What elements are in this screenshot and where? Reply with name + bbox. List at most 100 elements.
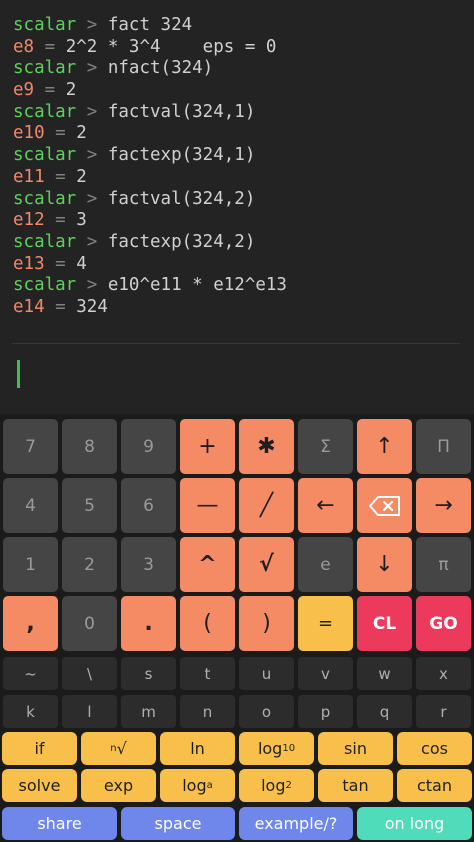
result-line: e8 = 2^2 * 3^4 eps = 0 <box>13 37 474 59</box>
command-text: factexp(324,2) <box>107 231 256 252</box>
result-equals: = <box>44 80 56 101</box>
key-sqrt[interactable]: √ <box>239 537 294 592</box>
share-button[interactable]: share <box>2 807 117 840</box>
expression-input[interactable] <box>0 350 474 410</box>
on-long-button[interactable]: on long <box>357 807 472 840</box>
result-line: e12 = 3 <box>13 210 474 232</box>
key-6[interactable]: 6 <box>121 478 176 533</box>
key-divide[interactable]: ╱ <box>239 478 294 533</box>
key-t[interactable]: t <box>180 657 235 690</box>
result-name: e14 <box>13 296 45 317</box>
key-exp[interactable]: exp <box>81 769 156 802</box>
key-m[interactable]: m <box>121 695 176 728</box>
key-solve[interactable]: solve <box>2 769 77 802</box>
key-9[interactable]: 9 <box>121 419 176 474</box>
log10-label: log <box>257 739 283 758</box>
command-line: scalar > fact 324 <box>13 15 474 37</box>
key-minus[interactable]: — <box>180 478 235 533</box>
backspace-icon <box>368 495 400 516</box>
key-sin[interactable]: sin <box>318 732 393 765</box>
key-log2[interactable]: log 2 <box>239 769 314 802</box>
key-0[interactable]: 0 <box>62 596 117 651</box>
key-left-paren[interactable]: ( <box>180 596 235 651</box>
key-x[interactable]: x <box>416 657 471 690</box>
key-1[interactable]: 1 <box>3 537 58 592</box>
result-value: 324 <box>76 296 108 317</box>
prompt-arrow: > <box>86 58 98 79</box>
key-comma[interactable]: , <box>3 596 58 651</box>
key-down-arrow[interactable]: ↓ <box>357 537 412 592</box>
key-cos[interactable]: cos <box>397 732 472 765</box>
go-button[interactable]: GO <box>416 596 471 651</box>
prompt-arrow: > <box>86 101 98 122</box>
key-equals[interactable]: = <box>298 596 353 651</box>
command-text: fact 324 <box>107 15 193 35</box>
key-o[interactable]: o <box>239 695 294 728</box>
key-r[interactable]: r <box>416 695 471 728</box>
key-w[interactable]: w <box>357 657 412 690</box>
prompt-label: scalar <box>13 58 77 79</box>
result-name: e12 <box>13 210 45 231</box>
example-button[interactable]: example/? <box>239 807 353 840</box>
key-ctan[interactable]: ctan <box>397 769 472 802</box>
key-backslash[interactable]: \ <box>62 657 117 690</box>
key-nth-root[interactable]: n √ <box>81 732 156 765</box>
key-dot[interactable]: . <box>121 596 176 651</box>
key-loga[interactable]: log a <box>160 769 235 802</box>
result-line: e14 = 324 <box>13 297 474 319</box>
key-e[interactable]: e <box>298 537 353 592</box>
result-name: e10 <box>13 123 45 144</box>
key-if[interactable]: if <box>2 732 77 765</box>
text-cursor <box>17 360 20 388</box>
key-v[interactable]: v <box>298 657 353 690</box>
loga-base: a <box>206 780 213 791</box>
result-equals: = <box>44 36 56 57</box>
key-right-arrow[interactable]: → <box>416 478 471 533</box>
key-8[interactable]: 8 <box>62 419 117 474</box>
command-text: e10^e11 * e12^e13 <box>107 275 287 296</box>
command-line: scalar > factval(324,1) <box>13 102 474 124</box>
key-q[interactable]: q <box>357 695 412 728</box>
key-left-arrow[interactable]: ← <box>298 478 353 533</box>
command-text: factval(324,2) <box>107 188 256 209</box>
log2-base: 2 <box>285 780 292 791</box>
key-k[interactable]: k <box>3 695 58 728</box>
key-tan[interactable]: tan <box>318 769 393 802</box>
command-text: factexp(324,1) <box>107 145 256 166</box>
prompt-arrow: > <box>86 145 98 166</box>
result-equals: = <box>55 253 66 274</box>
result-equals: = <box>55 296 66 317</box>
key-tilde[interactable]: ~ <box>3 657 58 690</box>
clear-button[interactable]: CL <box>357 596 412 651</box>
key-plus[interactable]: + <box>180 419 235 474</box>
key-n[interactable]: n <box>180 695 235 728</box>
command-line: scalar > factexp(324,1) <box>13 145 474 167</box>
key-7[interactable]: 7 <box>3 419 58 474</box>
key-ln[interactable]: ln <box>160 732 235 765</box>
prompt-label: scalar <box>13 101 77 122</box>
key-pi[interactable]: π <box>416 537 471 592</box>
key-sum[interactable]: Σ <box>298 419 353 474</box>
key-4[interactable]: 4 <box>3 478 58 533</box>
key-log10[interactable]: log 10 <box>239 732 314 765</box>
command-text: factval(324,1) <box>107 101 256 122</box>
key-up-arrow[interactable]: ↑ <box>357 419 412 474</box>
key-2[interactable]: 2 <box>62 537 117 592</box>
key-u[interactable]: u <box>239 657 294 690</box>
key-product[interactable]: Π <box>416 419 471 474</box>
key-right-paren[interactable]: ) <box>239 596 294 651</box>
key-p[interactable]: p <box>298 695 353 728</box>
prompt-arrow: > <box>86 231 98 252</box>
space-button[interactable]: space <box>121 807 235 840</box>
key-3[interactable]: 3 <box>121 537 176 592</box>
key-s[interactable]: s <box>121 657 176 690</box>
key-power[interactable]: ^ <box>180 537 235 592</box>
prompt-label: scalar <box>13 188 77 209</box>
key-5[interactable]: 5 <box>62 478 117 533</box>
key-l[interactable]: l <box>62 695 117 728</box>
result-value: 2 <box>76 123 87 144</box>
loga-label: log <box>182 776 207 795</box>
result-equals: = <box>55 123 66 144</box>
key-multiply[interactable]: ✱ <box>239 419 294 474</box>
key-backspace[interactable] <box>357 478 412 533</box>
